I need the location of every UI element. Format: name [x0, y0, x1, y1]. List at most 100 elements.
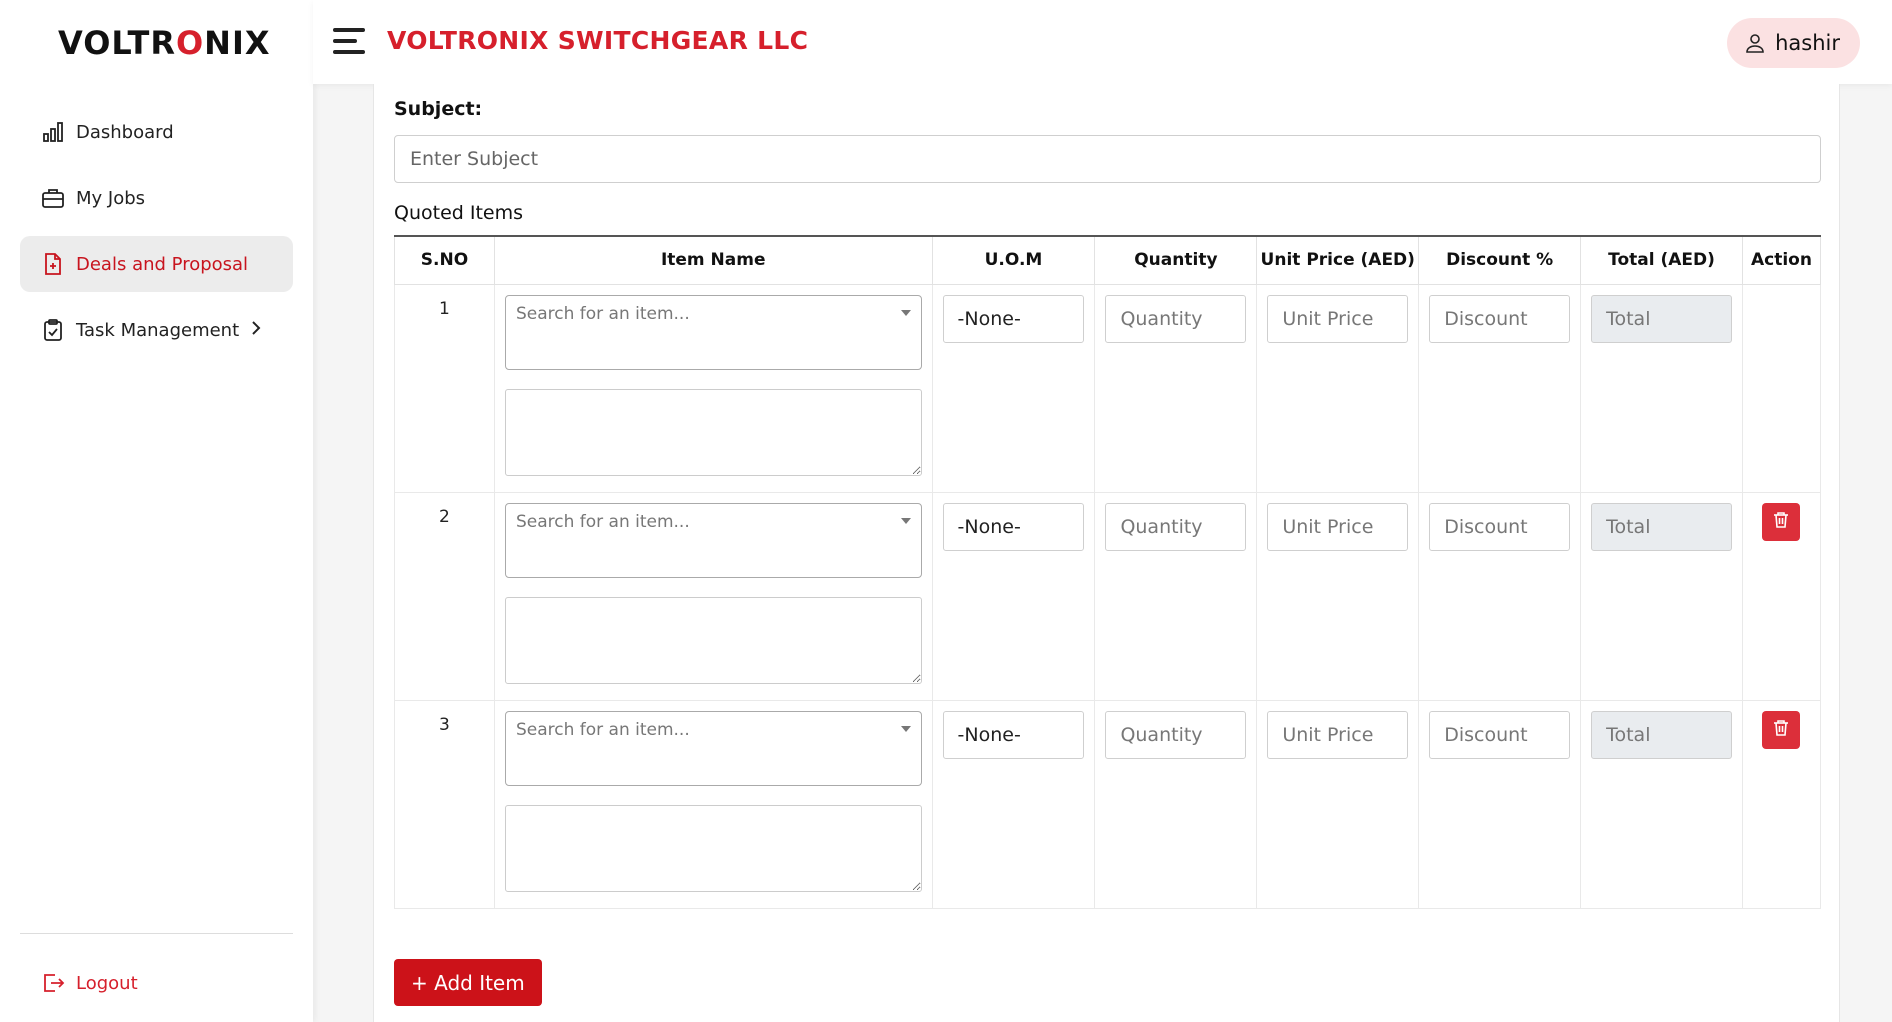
quantity-cell: [1094, 699, 1258, 909]
logout-icon: [40, 970, 66, 996]
uom-cell: -None-: [931, 491, 1096, 701]
table-header-row: S.NO Item Name U.O.M Quantity Unit Price…: [394, 235, 1822, 285]
item-description-textarea[interactable]: [504, 388, 922, 476]
column-header-item-name: Item Name: [493, 235, 933, 285]
item-search-placeholder: Search for an item...: [515, 511, 690, 532]
sidebar-item-label: Deals and Proposal: [76, 253, 249, 275]
table-row: 1 Search for an item... -None-: [394, 283, 1822, 493]
sidebar-item-label: Task Management: [76, 319, 240, 341]
column-header-unit-price: Unit Price (AED): [1256, 235, 1420, 285]
item-search-select[interactable]: Search for an item...: [504, 502, 922, 578]
document-plus-icon: [40, 251, 66, 277]
total-input: [1591, 502, 1732, 551]
table-row: 3 Search for an item... -None-: [394, 699, 1822, 909]
row-sno: 2: [394, 491, 495, 701]
dropdown-caret-icon: [900, 517, 911, 524]
unit-price-input[interactable]: [1267, 710, 1409, 759]
row-sno: 3: [394, 699, 495, 909]
subject-input[interactable]: [394, 135, 1821, 183]
bar-chart-icon: [40, 119, 66, 145]
item-search-select[interactable]: Search for an item...: [504, 710, 922, 786]
logo-text-left: VOLTR: [58, 24, 176, 62]
column-header-discount: Discount %: [1418, 235, 1582, 285]
action-cell: [1741, 699, 1822, 909]
uom-cell: -None-: [931, 699, 1096, 909]
total-cell: [1580, 699, 1743, 909]
add-item-button[interactable]: + Add Item: [394, 959, 542, 1006]
item-search-placeholder: Search for an item...: [515, 719, 690, 740]
logo-bolt: O: [175, 24, 205, 62]
quantity-input[interactable]: [1105, 502, 1247, 551]
unit-price-input[interactable]: [1267, 502, 1409, 551]
logout-button[interactable]: Logout: [20, 955, 293, 1011]
trash-icon: [1773, 719, 1789, 741]
total-input: [1591, 710, 1732, 759]
discount-input[interactable]: [1429, 294, 1571, 343]
proposal-form-card: Subject: Quoted Items S.NO Item Name U.O…: [373, 84, 1840, 1022]
quantity-input[interactable]: [1105, 710, 1247, 759]
item-description-textarea[interactable]: [504, 804, 922, 892]
quantity-cell: [1094, 283, 1258, 493]
total-cell: [1580, 283, 1743, 493]
top-header: VOLTRONIX SWITCHGEAR LLC hashir: [313, 0, 1892, 84]
total-cell: [1580, 491, 1743, 701]
uom-select[interactable]: -None-: [942, 502, 1085, 551]
sidebar-item-dashboard[interactable]: Dashboard: [20, 104, 293, 160]
discount-input[interactable]: [1429, 710, 1571, 759]
column-header-quantity: Quantity: [1094, 235, 1258, 285]
discount-input[interactable]: [1429, 502, 1571, 551]
item-description-textarea[interactable]: [504, 596, 922, 684]
sidebar: VOLTRONIX Dashboard My Jobs Deals and Pr…: [0, 0, 313, 1022]
delete-row-button[interactable]: [1762, 710, 1801, 749]
briefcase-icon: [40, 185, 66, 211]
uom-cell: -None-: [931, 283, 1096, 493]
discount-cell: [1418, 699, 1582, 909]
unit-price-cell: [1256, 491, 1420, 701]
item-name-cell: Search for an item...: [493, 283, 933, 493]
delete-row-button[interactable]: [1762, 502, 1801, 541]
column-header-action: Action: [1741, 235, 1822, 285]
sidebar-divider: [20, 933, 293, 934]
discount-cell: [1418, 283, 1582, 493]
column-header-sno: S.NO: [394, 235, 495, 285]
uom-select[interactable]: -None-: [942, 294, 1085, 343]
trash-icon: [1773, 511, 1789, 533]
quoted-items-title: Quoted Items: [394, 202, 524, 224]
sidebar-item-label: Dashboard: [76, 121, 174, 143]
row-sno: 1: [394, 283, 495, 493]
unit-price-cell: [1256, 699, 1420, 909]
unit-price-input[interactable]: [1267, 294, 1409, 343]
quantity-cell: [1094, 491, 1258, 701]
logo-text-right: NIX: [204, 24, 271, 62]
user-menu-button[interactable]: hashir: [1727, 18, 1860, 68]
discount-cell: [1418, 491, 1582, 701]
subject-label: Subject:: [394, 98, 483, 120]
quantity-input[interactable]: [1105, 294, 1247, 343]
uom-select[interactable]: -None-: [942, 710, 1085, 759]
dropdown-caret-icon: [900, 725, 911, 732]
sidebar-item-label: My Jobs: [76, 187, 146, 209]
total-input: [1591, 294, 1732, 343]
chevron-right-icon: [251, 320, 261, 341]
brand-logo[interactable]: VOLTRONIX: [58, 24, 271, 62]
column-header-uom: U.O.M: [931, 235, 1096, 285]
user-icon: [1745, 33, 1765, 53]
item-name-cell: Search for an item...: [493, 491, 933, 701]
sidebar-item-my-jobs[interactable]: My Jobs: [20, 170, 293, 226]
item-search-select[interactable]: Search for an item...: [504, 294, 922, 370]
table-row: 2 Search for an item... -None-: [394, 491, 1822, 701]
item-search-placeholder: Search for an item...: [515, 303, 690, 324]
company-name: VOLTRONIX SWITCHGEAR LLC: [387, 26, 809, 55]
action-cell: [1741, 283, 1822, 493]
user-name: hashir: [1775, 31, 1840, 55]
sidebar-item-deals-and-proposal[interactable]: Deals and Proposal: [20, 236, 293, 292]
column-header-total: Total (AED): [1580, 235, 1743, 285]
sidebar-item-task-management[interactable]: Task Management: [20, 302, 293, 358]
unit-price-cell: [1256, 283, 1420, 493]
logout-label: Logout: [76, 972, 138, 994]
dropdown-caret-icon: [900, 309, 911, 316]
action-cell: [1741, 491, 1822, 701]
quoted-items-table: S.NO Item Name U.O.M Quantity Unit Price…: [394, 235, 1822, 909]
hamburger-menu-icon[interactable]: [333, 28, 365, 54]
item-name-cell: Search for an item...: [493, 699, 933, 909]
